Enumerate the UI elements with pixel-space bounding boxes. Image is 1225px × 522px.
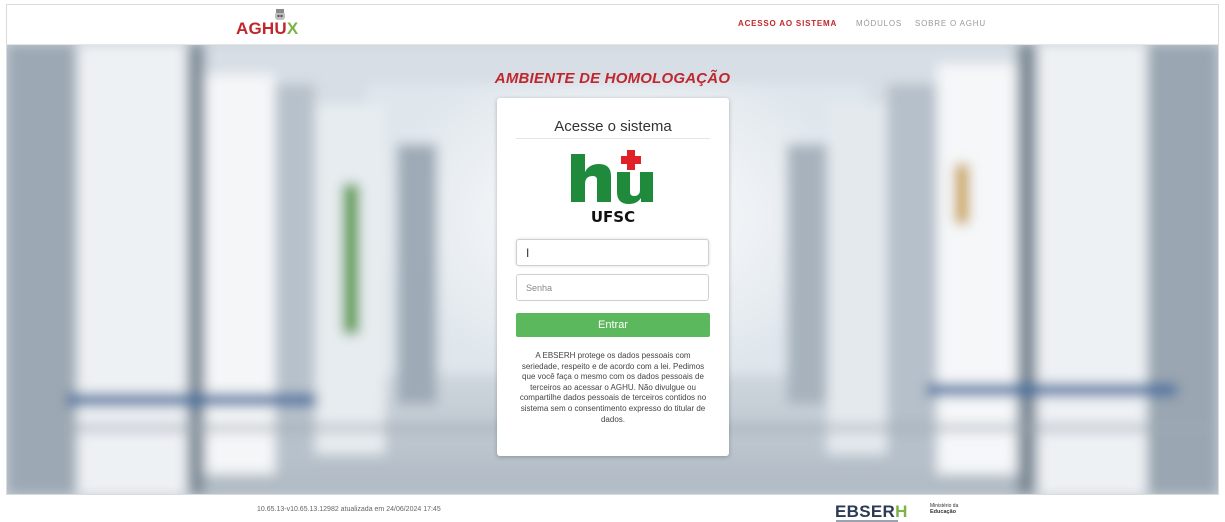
password-input[interactable] [516,274,709,301]
entrar-button[interactable]: Entrar [516,313,710,337]
nav-modulos[interactable]: MÓDULOS [856,19,902,28]
aghux-logo[interactable]: AGHUX [236,9,306,39]
ebserh-logo-text: EBSER [835,502,896,521]
logo-wordmark: AGHUX [236,19,298,39]
version-text: 10.65.13-v10.65.13.12982 atualizada em 2… [257,506,441,513]
login-title: Acesse o sistema [554,118,672,135]
mec-logo: Ministério da Educação [930,503,958,515]
logo-text-x: X [286,19,299,38]
footer: 10.65.13-v10.65.13.12982 atualizada em 2… [0,495,1225,522]
privacy-notice: A EBSERH protege os dados pessoais com s… [519,351,707,424]
nav-sobre-o-aghu[interactable]: SOBRE O AGHU [915,19,986,28]
ebserh-logo: EBSERH [835,502,908,522]
title-divider [516,138,710,139]
login-card: Acesse o sistema UFSC Entrar A EBSERH pr… [497,98,729,456]
mec-line-2: Educação [930,509,956,515]
environment-title: AMBIENTE DE HOMOLOGAÇÃO [494,70,731,87]
nav-acesso-ao-sistema[interactable]: ACESSO AO SISTEMA [738,19,837,28]
logo-text-aghu: AGHU [236,19,287,38]
ebserh-logo-h: H [895,502,908,521]
username-input[interactable] [516,239,709,266]
ufsc-logo-text: UFSC [591,208,635,226]
top-header: AGHUX ACESSO AO SISTEMA MÓDULOS SOBRE O … [7,5,1218,45]
hu-ufsc-logo: UFSC [571,150,653,226]
